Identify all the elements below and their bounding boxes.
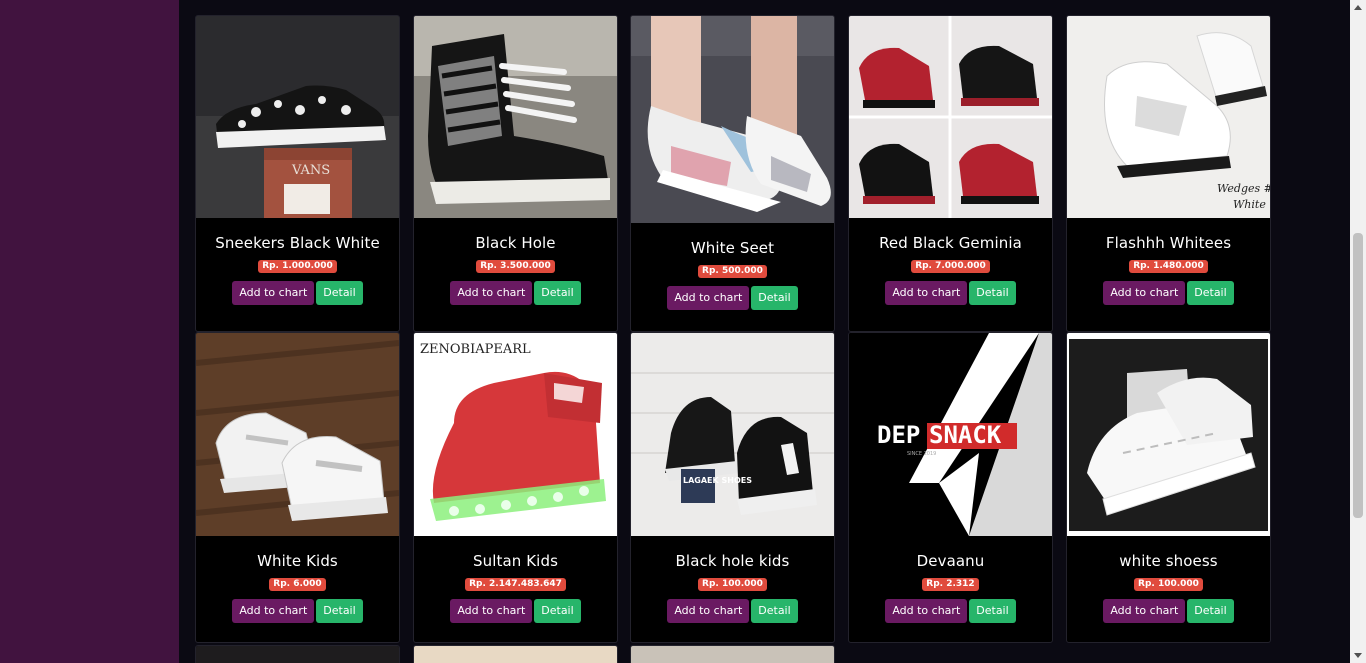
product-image[interactable] [849, 16, 1052, 218]
product-card: Wedges # White Flashhh Whitees Rp. 1.480… [1066, 15, 1271, 332]
add-to-chart-button[interactable]: Add to chart [232, 599, 315, 623]
product-grid: VANS Sneekers Black White Rp. 1.000.000 … [179, 0, 1350, 663]
add-to-chart-button[interactable]: Add to chart [885, 281, 968, 305]
price-badge: Rp. 100.000 [1134, 578, 1203, 591]
product-card: Red Black Geminia Rp. 7.000.000 Add to c… [848, 15, 1053, 332]
price-badge: Rp. 2.312 [922, 578, 979, 591]
price-badge: Rp. 6.000 [269, 578, 326, 591]
image-caption: LAGAEK SHOES [683, 476, 752, 485]
product-card: VANS Sneekers Black White Rp. 1.000.000 … [195, 15, 400, 332]
price-badge: Rp. 1.000.000 [258, 260, 337, 273]
product-card [413, 645, 618, 663]
logo-text: DEP [877, 421, 920, 449]
product-name: white shoess [1119, 552, 1218, 570]
detail-button[interactable]: Detail [316, 281, 363, 305]
product-image[interactable]: LAGAEK SHOES [631, 333, 834, 536]
scroll-up-icon[interactable] [1350, 0, 1366, 16]
add-to-chart-button[interactable]: Add to chart [450, 599, 533, 623]
product-card: white shoess Rp. 100.000 Add to chart De… [1066, 332, 1271, 643]
add-to-chart-button[interactable]: Add to chart [885, 599, 968, 623]
scrollbar-thumb[interactable] [1353, 233, 1363, 518]
product-card: ZENOBIAPEARL Sultan Kids Rp. 2.147.483.6… [413, 332, 618, 643]
product-card: White Seet Rp. 500.000 Add to chart Deta… [630, 15, 835, 332]
product-name: Black Hole [475, 234, 556, 252]
box-brand-text: VANS [291, 163, 330, 178]
product-card: DEP SNACK SINCE 2019 Devaanu Rp. 2.312 A… [848, 332, 1053, 643]
detail-button[interactable]: Detail [969, 281, 1016, 305]
detail-button[interactable]: Detail [751, 599, 798, 623]
price-badge: Rp. 500.000 [698, 265, 767, 278]
product-image[interactable] [631, 646, 834, 663]
price-badge: Rp. 3.500.000 [476, 260, 555, 273]
image-caption: Wedges # [1217, 182, 1270, 195]
detail-button[interactable]: Detail [751, 286, 798, 310]
product-card [195, 645, 400, 663]
logo-subtitle: SINCE 2019 [907, 451, 936, 457]
product-image[interactable] [196, 646, 399, 663]
product-card [630, 645, 835, 663]
product-image[interactable] [414, 16, 617, 218]
product-card: Black Hole Rp. 3.500.000 Add to chart De… [413, 15, 618, 332]
price-badge: Rp. 1.480.000 [1129, 260, 1208, 273]
detail-button[interactable]: Detail [534, 281, 581, 305]
product-image[interactable] [1067, 333, 1270, 536]
product-name: Sneekers Black White [215, 234, 380, 252]
product-image[interactable]: VANS [196, 16, 399, 218]
product-image[interactable]: ZENOBIAPEARL [414, 333, 617, 536]
add-to-chart-button[interactable]: Add to chart [667, 286, 750, 310]
detail-button[interactable]: Detail [316, 599, 363, 623]
page-scrollbar[interactable] [1350, 0, 1366, 663]
product-image[interactable] [631, 16, 834, 223]
product-name: Red Black Geminia [879, 234, 1022, 252]
price-badge: Rp. 100.000 [698, 578, 767, 591]
price-badge: Rp. 2.147.483.647 [465, 578, 566, 591]
detail-button[interactable]: Detail [534, 599, 581, 623]
product-name: Sultan Kids [473, 552, 558, 570]
price-badge: Rp. 7.000.000 [911, 260, 990, 273]
product-name: Devaanu [916, 552, 985, 570]
product-card: White Kids Rp. 6.000 Add to chart Detail [195, 332, 400, 643]
add-to-chart-button[interactable]: Add to chart [667, 599, 750, 623]
image-caption: White [1233, 198, 1266, 211]
product-name: Black hole kids [675, 552, 790, 570]
product-image[interactable] [414, 646, 617, 663]
sidebar [0, 0, 179, 663]
detail-button[interactable]: Detail [1187, 599, 1234, 623]
product-name: White Kids [257, 552, 338, 570]
product-image[interactable]: Wedges # White [1067, 16, 1270, 218]
product-image[interactable] [196, 333, 399, 536]
add-to-chart-button[interactable]: Add to chart [232, 281, 315, 305]
product-name: Flashhh Whitees [1105, 234, 1232, 252]
image-watermark: ZENOBIAPEARL [420, 342, 531, 357]
add-to-chart-button[interactable]: Add to chart [1103, 281, 1186, 305]
add-to-chart-button[interactable]: Add to chart [450, 281, 533, 305]
scroll-down-icon[interactable] [1350, 647, 1366, 663]
product-name: White Seet [690, 239, 775, 257]
detail-button[interactable]: Detail [1187, 281, 1234, 305]
detail-button[interactable]: Detail [969, 599, 1016, 623]
product-image[interactable]: DEP SNACK SINCE 2019 [849, 333, 1052, 536]
logo-text: SNACK [929, 421, 1002, 449]
product-card: LAGAEK SHOES Black hole kids Rp. 100.000… [630, 332, 835, 643]
add-to-chart-button[interactable]: Add to chart [1103, 599, 1186, 623]
